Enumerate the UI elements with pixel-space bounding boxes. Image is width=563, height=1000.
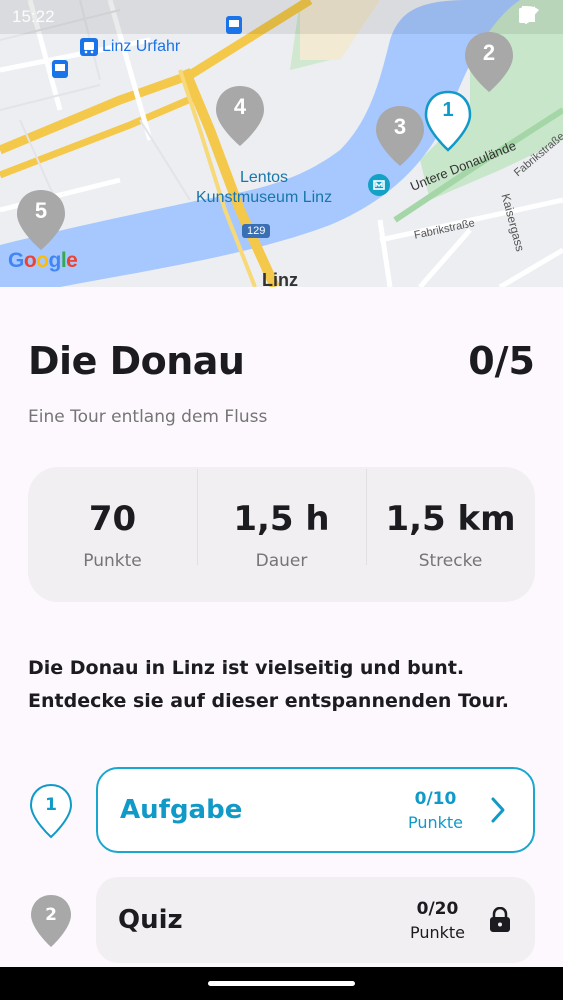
home-gesture-handle[interactable]	[208, 981, 355, 986]
step-2-card-quiz[interactable]: Quiz 0/20 Punkte	[96, 877, 535, 963]
google-logo-letter: o	[36, 249, 49, 272]
step-2-score-unit: Punkte	[409, 922, 465, 942]
map-marker-2-number: 2	[482, 40, 496, 65]
tour-description-line-1: Die Donau in Linz ist vielseitig und bun…	[28, 657, 465, 679]
map-marker-1-number: 1	[442, 99, 454, 121]
map-label-lentos[interactable]: Lentos Kunstmuseum Linz	[196, 168, 332, 208]
step-1-card-aufgabe[interactable]: Aufgabe 0/10 Punkte	[96, 767, 535, 853]
map-marker-3-number: 3	[393, 114, 407, 139]
tour-title: Die Donau	[28, 339, 245, 383]
stat-distance: 1,5 km Strecke	[366, 468, 535, 571]
tour-detail-sheet: Die Donau 0/5 Eine Tour entlang dem Flus…	[0, 287, 563, 967]
stat-points-value: 70	[88, 498, 137, 539]
map-label-lentos-line1: Lentos	[240, 169, 289, 186]
stat-duration-value: 1,5 h	[233, 498, 330, 539]
map-marker-4[interactable]: 4	[214, 84, 266, 148]
google-logo-letter: g	[48, 249, 62, 272]
status-time: 15:22	[12, 7, 55, 26]
tour-step-2: 2 Quiz 0/20 Punkte	[28, 877, 535, 963]
google-logo-letter: G	[8, 249, 24, 272]
stat-distance-value: 1,5 km	[385, 498, 516, 539]
tour-step-1: 1 Aufgabe 0/10 Punkte	[28, 767, 535, 853]
step-2-score-value: 0/20	[416, 898, 459, 919]
system-navigation-bar	[0, 967, 563, 1000]
tour-stats-card: 70 Punkte 1,5 h Dauer 1,5 km Strecke	[28, 467, 535, 602]
google-logo: Google	[8, 249, 78, 273]
stat-duration-label: Dauer	[255, 550, 308, 571]
map-marker-5-number: 5	[34, 198, 48, 223]
map-marker-2[interactable]: 2	[463, 30, 515, 94]
map-view[interactable]: 15:22 Linz Urfahr Lentos Kunstmuseum Lin…	[0, 0, 563, 287]
step-2-name: Quiz	[118, 905, 183, 935]
stat-points-label: Punkte	[83, 550, 142, 571]
step-1-pin: 1	[28, 783, 74, 839]
step-1-name: Aufgabe	[120, 795, 243, 825]
step-1-score-value: 0/10	[414, 788, 457, 809]
google-logo-letter: e	[66, 249, 78, 272]
stat-distance-label: Strecke	[418, 550, 483, 571]
step-1-score-unit: Punkte	[407, 812, 463, 832]
map-label-city: Linz	[262, 270, 298, 287]
google-logo-letter: o	[23, 249, 37, 272]
tour-subtitle: Eine Tour entlang dem Fluss	[28, 407, 268, 427]
map-marker-4-number: 4	[233, 94, 247, 119]
map-marker-5[interactable]: 5	[15, 188, 67, 252]
stat-duration: 1,5 h Dauer	[197, 468, 366, 571]
tour-progress: 0/5	[468, 339, 535, 383]
step-1-score: 0/10 Punkte	[408, 789, 463, 832]
map-marker-3[interactable]: 3	[374, 104, 426, 168]
step-2-number: 2	[45, 905, 57, 925]
road-number-badge: 129	[242, 224, 271, 238]
tour-description: Die Donau in Linz ist vielseitig und bun…	[28, 652, 538, 718]
lock-icon	[487, 905, 513, 935]
map-marker-1[interactable]: 1	[422, 90, 474, 154]
stat-points: 70 Punkte	[28, 499, 197, 571]
chevron-right-icon	[485, 795, 511, 825]
step-2-pin: 2	[28, 893, 74, 949]
status-bar: 15:22	[0, 0, 563, 34]
map-label-lentos-line2: Kunstmuseum Linz	[196, 189, 333, 206]
step-1-number: 1	[45, 795, 57, 815]
step-2-score: 0/20 Punkte	[410, 899, 465, 942]
tour-description-line-2: Entdecke sie auf dieser entspannenden To…	[28, 690, 509, 712]
map-label-urfahr[interactable]: Linz Urfahr	[102, 38, 180, 56]
